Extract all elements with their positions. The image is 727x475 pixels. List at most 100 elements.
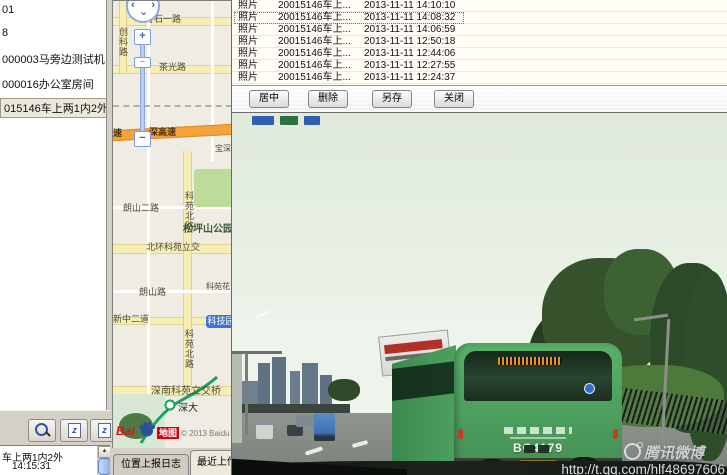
bus-subtext <box>510 437 566 439</box>
scrollbar-thumb[interactable] <box>98 458 110 475</box>
tree-toolbar: z z <box>0 410 110 446</box>
zoom-out-button[interactable]: − <box>134 131 151 147</box>
vehicle-truck <box>314 413 335 441</box>
road-label: 宝深 <box>215 143 231 154</box>
report-page-icon: z <box>98 423 111 438</box>
bus-route-sticker <box>584 383 595 394</box>
watermark-brand: 腾讯微博 <box>624 442 704 463</box>
photo-time: 2013-11-11 12:27:55 <box>364 60 455 71</box>
tree-item[interactable]: 01 <box>2 4 14 16</box>
tab-location-log[interactable]: 位置上报日志 <box>113 454 189 475</box>
road-label: 速 <box>113 126 122 139</box>
road-label: 朗山路 <box>139 285 166 298</box>
bus-company-text <box>504 427 572 434</box>
app-window: 01 8 000003马旁边测试机 000016办公室房间 015146车上两1… <box>0 0 727 475</box>
photo-time: 2013-11-11 12:24:37 <box>364 72 455 83</box>
photo-time: 2013-11-11 12:44:06 <box>364 48 455 59</box>
upload-log-list: 车上两1内2外 14:15:31 ▲ <box>0 445 110 475</box>
metro-station-label: 深大 <box>178 399 198 414</box>
baidu-paw-icon <box>138 420 156 438</box>
photo-name: 20015146车上... <box>278 36 351 47</box>
photo-time: 2013-11-11 14:08:32 <box>364 12 455 23</box>
road-label: 创科路 <box>117 27 130 57</box>
vertical-scrollbar[interactable]: ▲ <box>97 446 110 475</box>
photo-name: 20015146车上... <box>278 60 351 71</box>
photo-name: 20015146车上... <box>278 12 351 23</box>
bus-side <box>392 345 456 471</box>
photo-row[interactable]: 照片 20015146车上... 2013-11-11 12:44:06 <box>232 48 727 60</box>
log-entry-time[interactable]: 14:15:31 <box>12 461 51 472</box>
building <box>290 371 300 405</box>
photo-window: 照片 20015146车上... 2013-11-11 14:10:10 照片 … <box>231 0 727 475</box>
tree-item[interactable]: 000003马旁边测试机 <box>2 51 105 67</box>
photo-row[interactable]: 照片 20015146车上... 2013-11-11 14:10:10 <box>232 0 727 12</box>
photo-toolbar: 居中 删除 另存 关闭 <box>232 85 727 114</box>
bus-taillight <box>458 429 463 439</box>
bottom-tab-strip: 位置上报日志 最近上传照 <box>110 448 231 475</box>
bus-vent <box>538 445 549 453</box>
building <box>302 363 318 405</box>
road-label: 深南科苑立交桥 <box>151 382 221 397</box>
photo-type: 照片 <box>238 60 258 71</box>
photo-row[interactable]: 照片 20015146车上... 2013-11-11 12:24:37 <box>232 72 727 84</box>
bus: BC4179 <box>454 343 622 471</box>
dashcam-photo: BC4179 腾讯微博 http://t.qq.com/hlf48697606 <box>232 112 727 475</box>
bus-side-windows <box>392 361 456 401</box>
tech-park-badge: 科技园 <box>206 315 233 328</box>
tree <box>328 379 360 401</box>
baidu-logo-text: Bai <box>116 424 135 438</box>
road-label: 科苑北路 <box>183 191 196 231</box>
overpass-sign <box>252 116 274 125</box>
ramp-wall <box>232 351 242 443</box>
tree-item[interactable]: 000016办公室房间 <box>2 76 94 92</box>
pan-right-icon[interactable]: › <box>151 0 155 10</box>
tree-item[interactable]: 8 <box>2 27 8 39</box>
photo-type: 照片 <box>238 36 258 47</box>
pan-left-icon[interactable]: ‹ <box>131 0 135 10</box>
zoom-slider-handle[interactable]: − <box>134 57 151 68</box>
watermark-url: http://t.qq.com/hlf48697606 <box>561 462 725 475</box>
bus-rear-window <box>464 351 612 401</box>
overpass-sign <box>304 116 320 125</box>
tree-item-selected[interactable]: 015146车上两1内2外 <box>0 98 107 118</box>
tab-recent-photos[interactable]: 最近上传照 <box>190 450 231 475</box>
photo-row[interactable]: 照片 20015146车上... 2013-11-11 14:06:59 <box>232 24 727 36</box>
center-button[interactable]: 居中 <box>249 90 289 108</box>
save-as-button[interactable]: 另存 <box>372 90 412 108</box>
baidu-map-badge: 地图 <box>157 427 179 439</box>
watermark-brand-text: 腾讯微博 <box>644 445 704 462</box>
delete-button[interactable]: 删除 <box>308 90 348 108</box>
photo-type: 照片 <box>238 24 258 35</box>
photo-row[interactable]: 照片 20015146车上... 2013-11-11 12:27:55 <box>232 60 727 72</box>
overpass-sign <box>280 116 298 125</box>
baidu-map[interactable]: 打石一路 创科路 茶光路 速 深高速 宝深 朗山二路 松坪山公园 朗山路 科苑北… <box>112 0 233 450</box>
vehicle-minibus <box>256 421 273 439</box>
photo-name: 20015146车上... <box>278 48 351 59</box>
bus-taillight <box>613 429 618 439</box>
road-label: 新中二道 <box>113 312 149 325</box>
photo-type: 照片 <box>238 12 258 23</box>
report-button-1[interactable]: z <box>60 419 88 442</box>
scrollbar-up-icon[interactable]: ▲ <box>98 446 110 458</box>
building <box>272 357 286 405</box>
photo-type: 照片 <box>238 72 258 83</box>
pan-down-icon[interactable]: ⌄ <box>139 7 148 17</box>
search-button[interactable] <box>28 419 56 442</box>
street-lamp-arm <box>232 351 282 354</box>
photo-time: 2013-11-11 14:06:59 <box>364 24 455 35</box>
street-lamp-pole <box>245 353 248 435</box>
photo-row-selected[interactable]: 照片 20015146车上... 2013-11-11 14:08:32 <box>232 12 727 24</box>
photo-name: 20015146车上... <box>278 0 351 11</box>
road-label: 科苑花 <box>206 281 230 292</box>
contrail <box>256 310 272 317</box>
zoom-in-button[interactable]: + <box>134 29 151 45</box>
photo-row[interactable]: 照片 20015146车上... 2013-11-11 12:50:18 <box>232 36 727 48</box>
road-label: 朗山二路 <box>123 201 159 214</box>
photo-name: 20015146车上... <box>278 72 351 83</box>
photo-time: 2013-11-11 12:50:18 <box>364 36 455 47</box>
close-button[interactable]: 关闭 <box>434 90 474 108</box>
report-page-icon: z <box>68 423 81 438</box>
photo-time: 2013-11-11 14:10:10 <box>364 0 455 11</box>
road-label: 深高速 <box>149 125 176 138</box>
device-tree-panel: 01 8 000003马旁边测试机 000016办公室房间 015146车上两1… <box>0 0 107 410</box>
